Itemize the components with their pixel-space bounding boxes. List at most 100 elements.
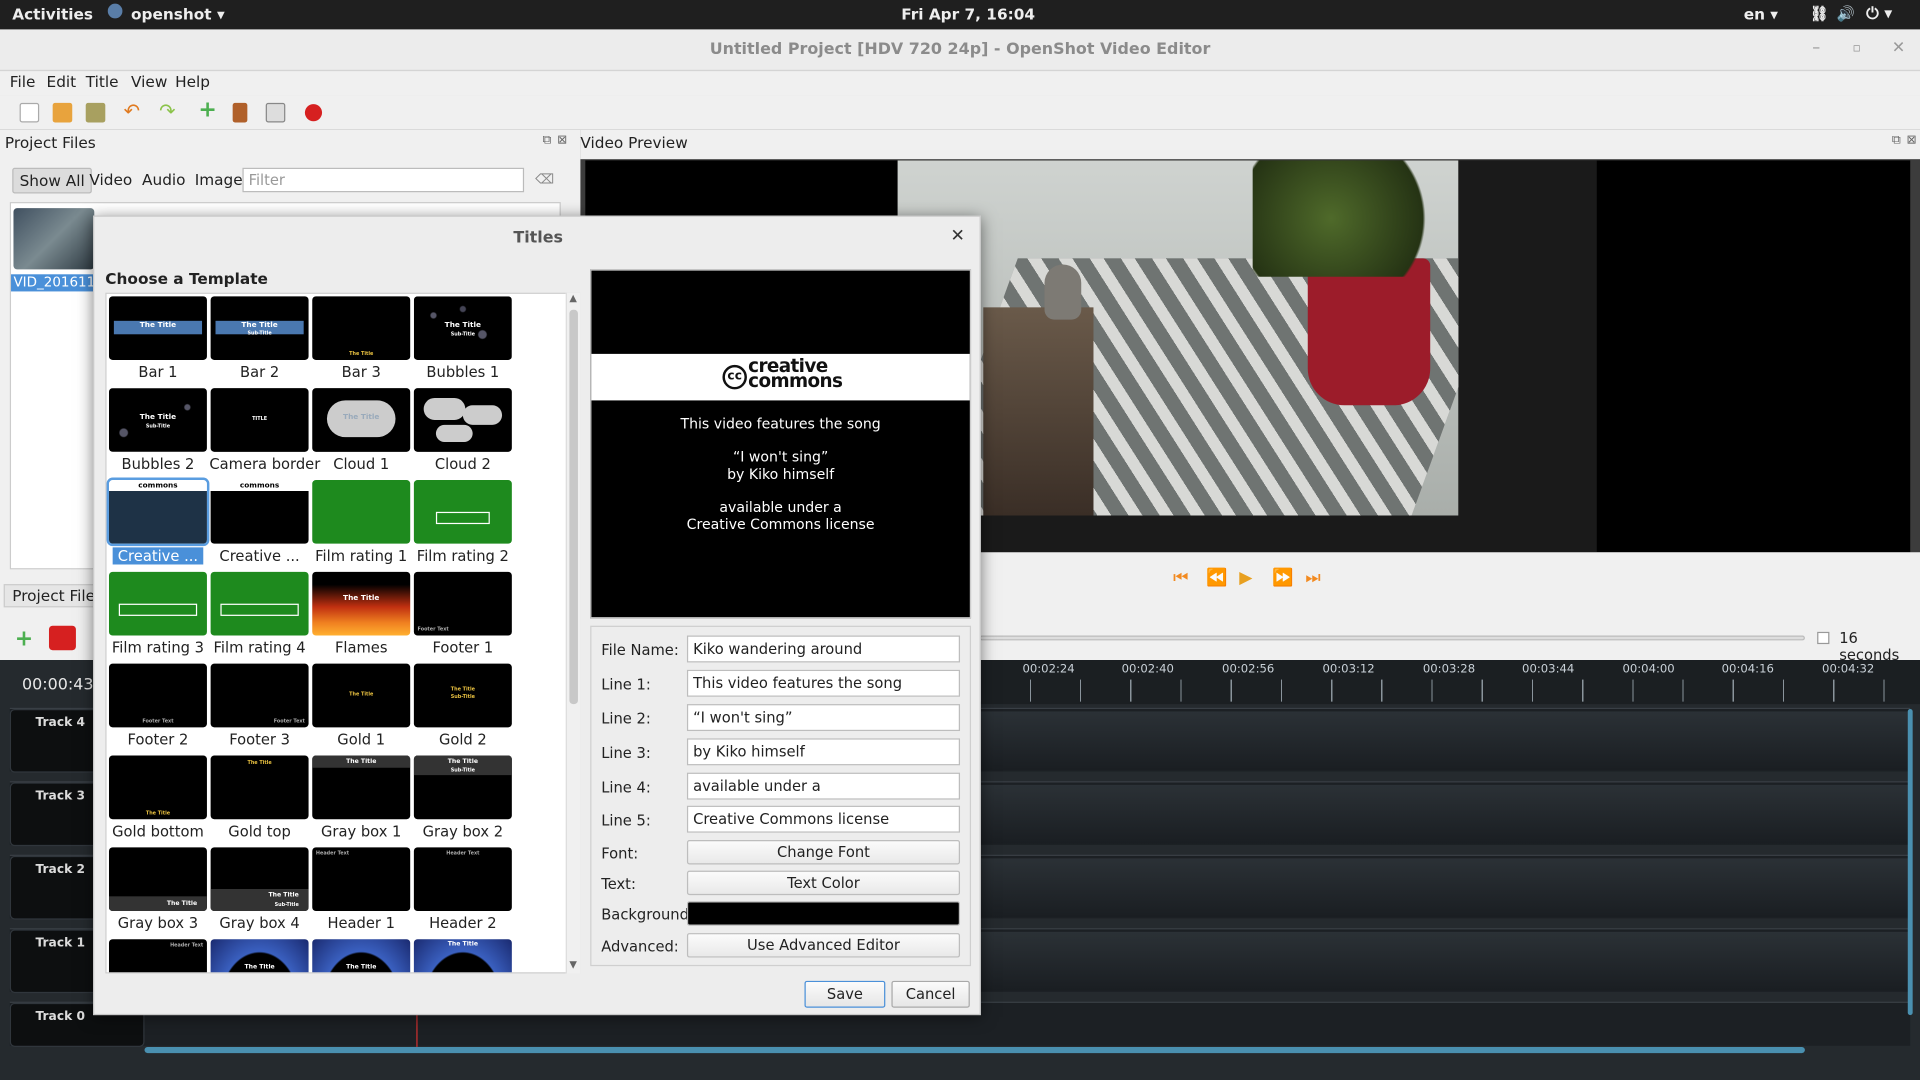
- template-scrollbar[interactable]: ▲ ▼: [565, 292, 581, 974]
- change-font-button[interactable]: Change Font: [686, 840, 961, 865]
- template-header-3[interactable]: Header Text: [108, 938, 208, 973]
- volume-icon[interactable]: 🔊: [1837, 5, 1855, 22]
- new-project-icon[interactable]: [19, 102, 40, 123]
- filter-input[interactable]: Filter: [242, 167, 525, 193]
- clock[interactable]: Fri Apr 7, 16:04: [901, 5, 1035, 23]
- template-gray-box-2[interactable]: The Title Sub-Title Gray box 2: [413, 754, 513, 842]
- template-footer-1[interactable]: Footer Text Footer 1: [413, 571, 513, 659]
- line-1-input[interactable]: This video features the song: [686, 669, 961, 697]
- playhead-line[interactable]: [416, 1015, 418, 1047]
- template-film-rating-1[interactable]: Film rating 1: [311, 479, 411, 567]
- maximize-icon[interactable]: ▫: [1853, 42, 1861, 55]
- video-file-name[interactable]: VID_201611...: [11, 274, 95, 292]
- template-footer-3[interactable]: Footer Text Footer 3: [209, 662, 309, 750]
- menu-help[interactable]: Help: [175, 72, 210, 90]
- pane-float-icon[interactable]: ⧉: [542, 133, 551, 146]
- template-arc-1[interactable]: The Title: [209, 938, 309, 973]
- save-project-icon[interactable]: [85, 102, 106, 123]
- razor-icon[interactable]: [48, 625, 76, 651]
- menu-edit[interactable]: Edit: [47, 72, 77, 90]
- line-2-input[interactable]: “I won't sing”: [686, 704, 961, 732]
- template-gold-1[interactable]: The Title Gold 1: [311, 662, 411, 750]
- timeline-vertical-scrollbar[interactable]: [1907, 708, 1913, 1016]
- undo-icon[interactable]: ↶: [124, 99, 144, 122]
- line-3-input[interactable]: by Kiko himself: [686, 738, 961, 766]
- scrollbar-thumb[interactable]: [569, 309, 578, 705]
- tab-image[interactable]: Image: [189, 168, 249, 191]
- template-header-2[interactable]: Header Text Header 2: [413, 846, 513, 934]
- zoom-checkbox[interactable]: [1817, 631, 1830, 645]
- template-bubbles-1[interactable]: The Title Sub-Title Bubbles 1: [413, 295, 513, 383]
- text-color-button[interactable]: Text Color: [686, 870, 961, 896]
- template-flames[interactable]: The Title Flames: [311, 571, 411, 659]
- zoom-slider[interactable]: [979, 635, 1805, 641]
- fast-forward-icon[interactable]: ⏩: [1272, 568, 1293, 588]
- file-name-input[interactable]: Kiko wandering around: [686, 635, 961, 663]
- timeline-horizontal-scrollbar[interactable]: [144, 1046, 1805, 1054]
- template-bar-1[interactable]: The Title Bar 1: [108, 295, 208, 383]
- template-header-1[interactable]: Header Text Header 1: [311, 846, 411, 934]
- template-bubbles-2[interactable]: The Title Sub-Title Bubbles 2: [108, 387, 208, 475]
- video-file-thumbnail[interactable]: [13, 208, 95, 270]
- open-project-icon[interactable]: [52, 102, 73, 123]
- preview-close-icon[interactable]: ⊠: [1907, 133, 1917, 146]
- template-gray-box-4[interactable]: The Title Sub-Title Gray box 4: [209, 846, 309, 934]
- power-icon[interactable]: ⏻ ▾: [1866, 5, 1892, 23]
- jump-start-icon[interactable]: ⏮: [1173, 568, 1188, 588]
- network-icon[interactable]: ⛓: [1810, 5, 1829, 22]
- language-indicator[interactable]: en ▾: [1744, 5, 1778, 23]
- minimize-icon[interactable]: –: [1812, 39, 1820, 57]
- template-bar-2[interactable]: The Title Sub-Title Bar 2: [209, 295, 309, 383]
- play-icon[interactable]: ▶: [1239, 568, 1252, 588]
- template-film-rating-4[interactable]: Film rating 4: [209, 571, 309, 659]
- menu-file[interactable]: File: [10, 72, 36, 90]
- close-window-icon[interactable]: ✕: [1892, 39, 1905, 57]
- app-menu[interactable]: openshot ▾: [131, 5, 225, 23]
- template-creative-commons-1[interactable]: commons Creative ...: [106, 477, 210, 567]
- fullscreen-icon[interactable]: [265, 102, 286, 123]
- menu-view[interactable]: View: [131, 72, 167, 90]
- preview-float-icon[interactable]: ⧉: [1892, 133, 1901, 146]
- template-camera-border[interactable]: TITLE Camera border: [209, 387, 320, 475]
- redo-icon[interactable]: ↷: [159, 99, 179, 122]
- advanced-editor-button[interactable]: Use Advanced Editor: [686, 933, 961, 958]
- clear-filter-icon[interactable]: ⌫: [535, 171, 554, 187]
- tab-show-all[interactable]: Show All: [12, 167, 93, 194]
- template-film-rating-2[interactable]: Film rating 2: [413, 479, 513, 567]
- activities-button[interactable]: Activities: [12, 5, 93, 23]
- scroll-up-icon[interactable]: ▲: [569, 293, 577, 304]
- dialog-close-icon[interactable]: ✕: [951, 227, 965, 247]
- template-gold-2[interactable]: The Title Sub-Title Gold 2: [413, 662, 513, 750]
- template-gray-box-1[interactable]: The Title Gray box 1: [311, 754, 411, 842]
- template-creative-commons-2[interactable]: commons Creative ...: [209, 479, 309, 567]
- template-gold-bottom[interactable]: The Title Gold bottom: [108, 754, 208, 842]
- ruler-label: 00:04:16: [1721, 662, 1774, 676]
- save-button[interactable]: Save: [804, 980, 886, 1008]
- tab-video[interactable]: Video: [83, 168, 138, 191]
- template-arc-3[interactable]: The Title: [413, 938, 513, 973]
- jump-end-icon[interactable]: ⏭: [1305, 568, 1320, 588]
- import-files-icon[interactable]: +: [198, 97, 218, 123]
- template-gray-box-3[interactable]: The Title Gray box 3: [108, 846, 208, 934]
- template-arc-2[interactable]: The Title: [311, 938, 411, 973]
- template-bar-3[interactable]: The Title Bar 3: [311, 295, 411, 383]
- rewind-icon[interactable]: ⏪: [1206, 568, 1227, 588]
- line-4-input[interactable]: available under a: [686, 772, 961, 800]
- template-cloud-2[interactable]: Cloud 2: [413, 387, 513, 475]
- scroll-down-icon[interactable]: ▼: [569, 959, 577, 970]
- line-5-input[interactable]: Creative Commons license: [686, 805, 961, 833]
- export-video-icon[interactable]: [304, 104, 323, 122]
- template-cloud-1[interactable]: The Title Cloud 1: [311, 387, 411, 475]
- menu-title[interactable]: Title: [86, 72, 119, 90]
- tab-audio[interactable]: Audio: [136, 168, 192, 191]
- template-gold-top[interactable]: The Title Gold top: [209, 754, 309, 842]
- add-track-icon[interactable]: +: [15, 626, 33, 652]
- choose-profile-icon[interactable]: [232, 102, 248, 123]
- cancel-button[interactable]: Cancel: [891, 980, 970, 1008]
- template-film-rating-3[interactable]: Film rating 3: [108, 571, 208, 659]
- template-grid[interactable]: The Title Bar 1 The Title Sub-Title Bar 2 T…: [105, 292, 581, 974]
- pane-close-icon[interactable]: ⊠: [557, 133, 567, 146]
- time-ruler[interactable]: 00:02:24 00:02:40 00:02:56 00:03:12 00:0…: [979, 660, 1920, 705]
- template-footer-2[interactable]: Footer Text Footer 2: [108, 662, 208, 750]
- background-color-button[interactable]: [686, 901, 961, 926]
